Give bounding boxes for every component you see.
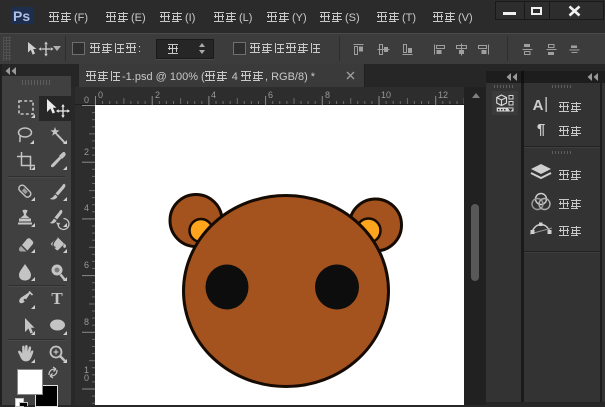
- svg-text:6: 6: [268, 90, 273, 100]
- svg-text:4: 4: [84, 203, 89, 213]
- svg-text:2: 2: [84, 147, 89, 157]
- svg-text:¶: ¶: [537, 121, 545, 137]
- svg-text:2: 2: [155, 90, 160, 100]
- svg-text:4: 4: [211, 90, 216, 100]
- svg-text:0: 0: [84, 95, 89, 105]
- svg-text:T: T: [51, 289, 63, 308]
- svg-text:0: 0: [98, 90, 103, 100]
- svg-text:8: 8: [325, 90, 330, 100]
- svg-text:0: 0: [84, 373, 89, 383]
- svg-text:6: 6: [84, 260, 89, 270]
- svg-text:10: 10: [381, 90, 391, 100]
- svg-text:A: A: [533, 97, 544, 113]
- svg-text:8: 8: [84, 317, 89, 327]
- svg-text:12: 12: [438, 90, 448, 100]
